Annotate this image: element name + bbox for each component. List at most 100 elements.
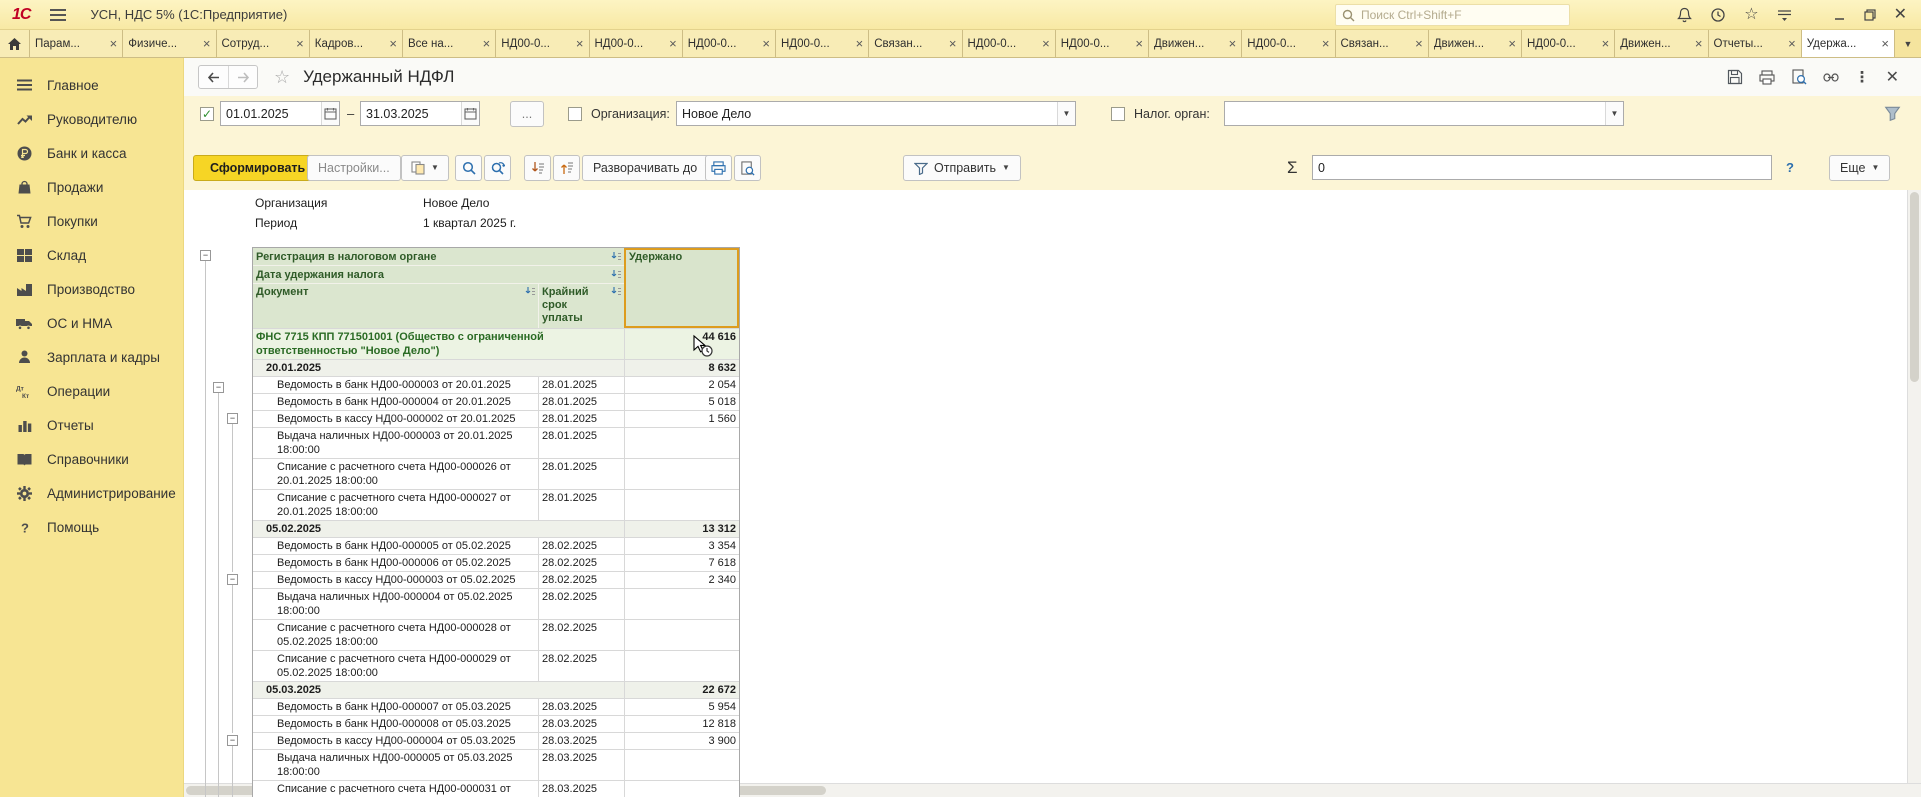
sidebar-item-pokupki[interactable]: Покупки — [0, 204, 183, 238]
tab-close-icon[interactable]: × — [1695, 37, 1703, 50]
report-doc-row[interactable]: Ведомость в банк НД00-000004 от 20.01.20… — [253, 393, 739, 410]
collapse-toggle[interactable]: − — [227, 735, 238, 746]
amount-cell[interactable]: 8 632 — [624, 360, 739, 376]
organization-input[interactable] — [677, 107, 1057, 121]
due-date-cell[interactable]: 28.02.2025 — [538, 620, 624, 650]
tab-9[interactable]: НД00-0...× — [776, 30, 869, 57]
tab-close-icon[interactable]: × — [576, 37, 584, 50]
tab-18[interactable]: Движен...× — [1615, 30, 1708, 57]
tab-close-icon[interactable]: × — [110, 37, 118, 50]
header-date[interactable]: Дата удержания налога — [253, 266, 624, 284]
amount-cell[interactable]: 5 954 — [624, 699, 739, 715]
due-date-cell[interactable]: 28.02.2025 — [538, 589, 624, 619]
tab-close-icon[interactable]: × — [856, 37, 864, 50]
collapse-groups-button[interactable] — [524, 155, 551, 181]
find-next-button[interactable] — [484, 155, 511, 181]
amount-cell[interactable]: 12 818 — [624, 716, 739, 732]
organization-checkbox[interactable] — [568, 107, 582, 121]
sum-field[interactable] — [1312, 155, 1772, 180]
vertical-scrollbar[interactable] — [1907, 190, 1921, 783]
tab-close-icon[interactable]: × — [1602, 37, 1610, 50]
due-date-cell[interactable]: 28.02.2025 — [538, 651, 624, 681]
due-date-cell[interactable]: 28.01.2025 — [538, 459, 624, 489]
tax-office-input[interactable] — [1225, 107, 1605, 121]
amount-cell[interactable] — [624, 589, 739, 619]
tab-close-icon[interactable]: × — [1135, 37, 1143, 50]
tab-3[interactable]: Сотруд...× — [217, 30, 310, 57]
document-cell[interactable]: Ведомость в кассу НД00-000003 от 05.02.2… — [253, 572, 538, 588]
document-cell[interactable]: Ведомость в банк НД00-000006 от 05.02.20… — [253, 555, 538, 571]
tab-14[interactable]: НД00-0...× — [1242, 30, 1335, 57]
tab-13[interactable]: Движен...× — [1149, 30, 1242, 57]
document-cell[interactable]: Выдача наличных НД00-000005 от 05.03.202… — [253, 750, 538, 780]
document-cell[interactable]: Ведомость в банк НД00-000007 от 05.03.20… — [253, 699, 538, 715]
amount-cell[interactable] — [624, 459, 739, 489]
sidebar-item-sklad[interactable]: Склад — [0, 238, 183, 272]
more-actions-icon[interactable]: ⋮ — [1855, 68, 1870, 86]
document-cell[interactable]: Списание с расчетного счета НД00-000031 … — [253, 781, 538, 797]
tab-close-icon[interactable]: × — [1042, 37, 1050, 50]
document-cell[interactable]: Ведомость в банк НД00-000004 от 20.01.20… — [253, 394, 538, 410]
report-doc-row[interactable]: Списание с расчетного счета НД00-000029 … — [253, 650, 739, 681]
due-date-cell[interactable]: 28.03.2025 — [538, 750, 624, 780]
sidebar-item-otchety[interactable]: Отчеты — [0, 408, 183, 442]
sidebar-item-os-nma[interactable]: ОС и НМА — [0, 306, 183, 340]
tab-20[interactable]: Удержа...× — [1802, 30, 1895, 57]
tab-8[interactable]: НД00-0...× — [683, 30, 776, 57]
due-date-cell[interactable]: 28.01.2025 — [538, 411, 624, 427]
amount-cell[interactable] — [624, 490, 739, 520]
main-menu-icon[interactable] — [50, 9, 66, 21]
collapse-toggle[interactable]: − — [200, 250, 211, 261]
tab-close-icon[interactable]: × — [389, 37, 397, 50]
get-link-icon[interactable] — [1823, 73, 1839, 82]
save-icon[interactable] — [1727, 69, 1743, 85]
tab-close-icon[interactable]: × — [669, 37, 677, 50]
sidebar-item-bank-kassa[interactable]: Банк и касса — [0, 136, 183, 170]
report-group-row[interactable]: 05.03.202522 672 — [253, 681, 739, 698]
due-date-cell[interactable]: 28.02.2025 — [538, 538, 624, 554]
tab-4[interactable]: Кадров...× — [310, 30, 403, 57]
amount-cell[interactable] — [624, 620, 739, 650]
amount-cell[interactable]: 44 616 — [624, 329, 739, 359]
date-to-field[interactable] — [360, 101, 480, 126]
document-cell[interactable]: Списание с расчетного счета НД00-000029 … — [253, 651, 538, 681]
report-doc-row[interactable]: Ведомость в кассу НД00-000003 от 05.02.2… — [253, 571, 739, 588]
settings-button[interactable]: Настройки... — [307, 155, 401, 181]
sidebar-item-prodazhi[interactable]: Продажи — [0, 170, 183, 204]
tab-11[interactable]: НД00-0...× — [963, 30, 1056, 57]
tab-10[interactable]: Связан...× — [869, 30, 962, 57]
tab-17[interactable]: НД00-0...× — [1522, 30, 1615, 57]
notifications-bell-icon[interactable] — [1677, 7, 1692, 23]
tab-12[interactable]: НД00-0...× — [1056, 30, 1149, 57]
tax-office-combo[interactable]: ▼ — [1224, 101, 1624, 126]
print-icon[interactable] — [1759, 70, 1775, 85]
tab-close-icon[interactable]: × — [1229, 37, 1237, 50]
tab-6[interactable]: НД00-0...× — [496, 30, 589, 57]
document-cell[interactable]: Списание с расчетного счета НД00-000026 … — [253, 459, 538, 489]
expand-groups-button[interactable] — [553, 155, 580, 181]
chevron-down-icon[interactable]: ▼ — [1057, 102, 1075, 125]
amount-cell[interactable]: 2 340 — [624, 572, 739, 588]
back-button[interactable] — [199, 66, 228, 88]
amount-cell[interactable]: 2 054 — [624, 377, 739, 393]
amount-cell[interactable] — [624, 781, 739, 797]
send-button[interactable]: Отправить▼ — [903, 155, 1021, 181]
report-group-row[interactable]: ФНС 7715 КПП 771501001 (Общество с огран… — [253, 328, 739, 359]
header-withheld-selected-cell[interactable]: Удержано — [624, 248, 739, 328]
print-preview-icon[interactable] — [1791, 69, 1807, 85]
due-date-cell[interactable]: 28.02.2025 — [538, 572, 624, 588]
amount-cell[interactable] — [624, 428, 739, 458]
document-cell[interactable]: Ведомость в кассу НД00-000002 от 20.01.2… — [253, 411, 538, 427]
amount-cell[interactable]: 7 618 — [624, 555, 739, 571]
due-date-cell[interactable]: 28.03.2025 — [538, 733, 624, 749]
preview-button[interactable] — [734, 155, 761, 181]
due-date-cell[interactable]: 28.02.2025 — [538, 555, 624, 571]
tab-2[interactable]: Физиче...× — [123, 30, 216, 57]
tab-close-icon[interactable]: × — [762, 37, 770, 50]
sort-icon[interactable] — [611, 251, 622, 262]
restore-icon[interactable] — [1864, 9, 1876, 21]
report-doc-row[interactable]: Ведомость в кассу НД00-000002 от 20.01.2… — [253, 410, 739, 427]
document-cell[interactable]: Ведомость в банк НД00-000003 от 20.01.20… — [253, 377, 538, 393]
report-doc-row[interactable]: Ведомость в банк НД00-000003 от 20.01.20… — [253, 376, 739, 393]
amount-cell[interactable]: 1 560 — [624, 411, 739, 427]
